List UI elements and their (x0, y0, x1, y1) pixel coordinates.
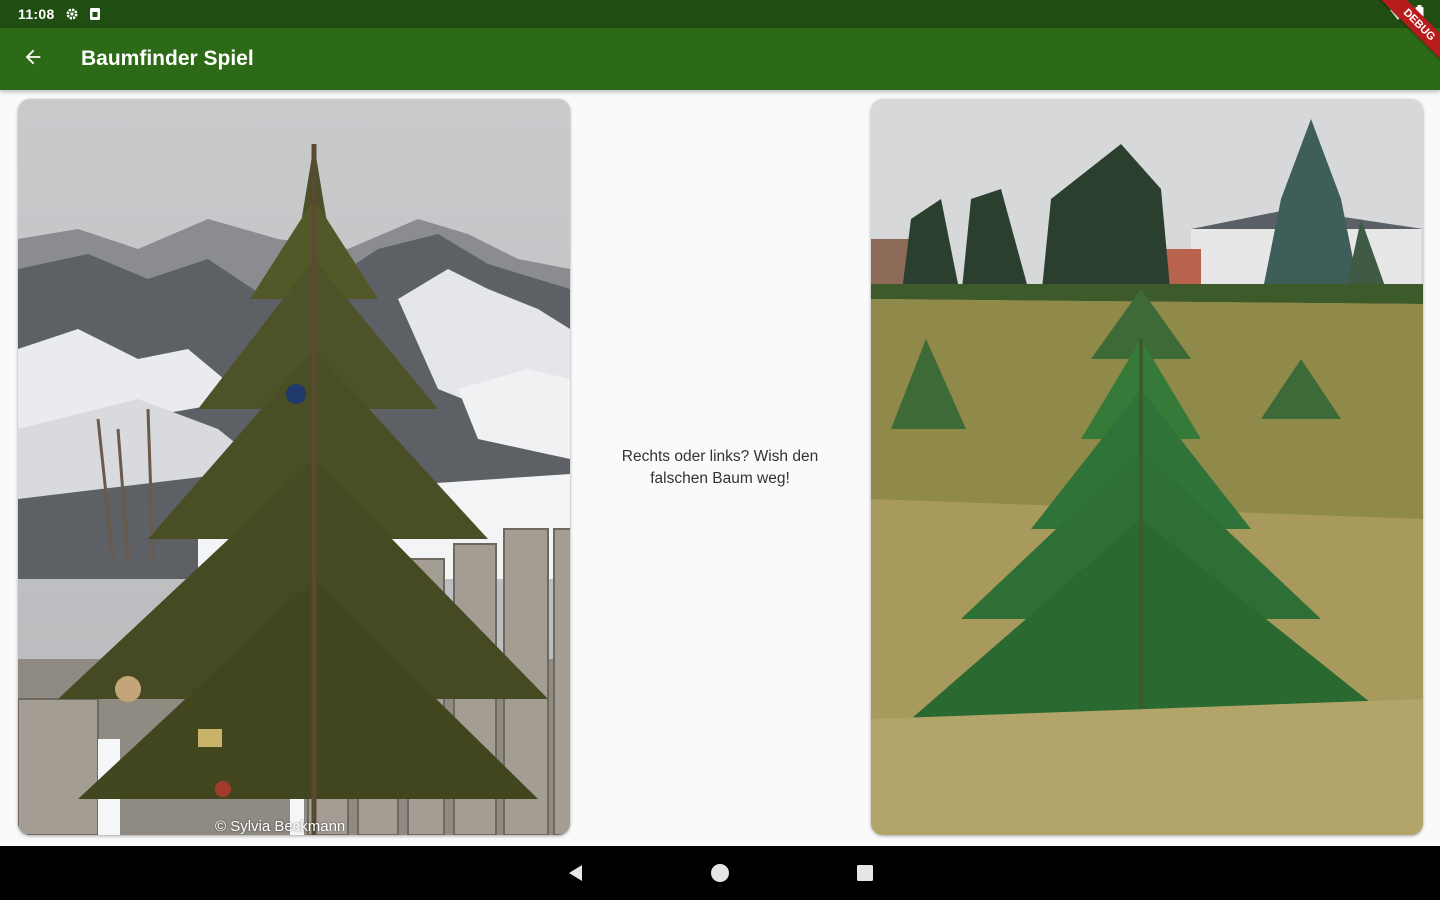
debug-banner: DEBUG (1373, 0, 1440, 70)
settings-gear-icon (65, 7, 79, 21)
right-tree-card[interactable] (871, 99, 1423, 835)
page-title: Baumfinder Spiel (81, 47, 254, 70)
sim-card-icon (89, 7, 101, 21)
nav-recents-icon (855, 865, 875, 887)
nav-back-button[interactable] (566, 863, 586, 883)
photo-credit: © Sylvia Beckmann (215, 818, 346, 835)
nav-back-icon (566, 865, 586, 887)
navigation-bar (0, 846, 1440, 900)
instruction-text: Rechts oder links? Wish den falschen Bau… (621, 448, 819, 487)
nav-home-button[interactable] (710, 863, 730, 883)
debug-banner-corner: DEBUG (1370, 0, 1440, 70)
left-tree-image (18, 99, 570, 835)
status-bar: 11:08 (0, 0, 1440, 28)
app-bar: Baumfinder Spiel (0, 28, 1440, 90)
arrow-left-icon (22, 46, 44, 73)
left-tree-card[interactable]: © Sylvia Beckmann (18, 99, 570, 835)
nav-recents-button[interactable] (855, 863, 875, 883)
status-time: 11:08 (18, 6, 55, 22)
nav-home-icon (710, 864, 730, 887)
back-button[interactable] (18, 44, 48, 74)
right-tree-image (871, 99, 1423, 835)
